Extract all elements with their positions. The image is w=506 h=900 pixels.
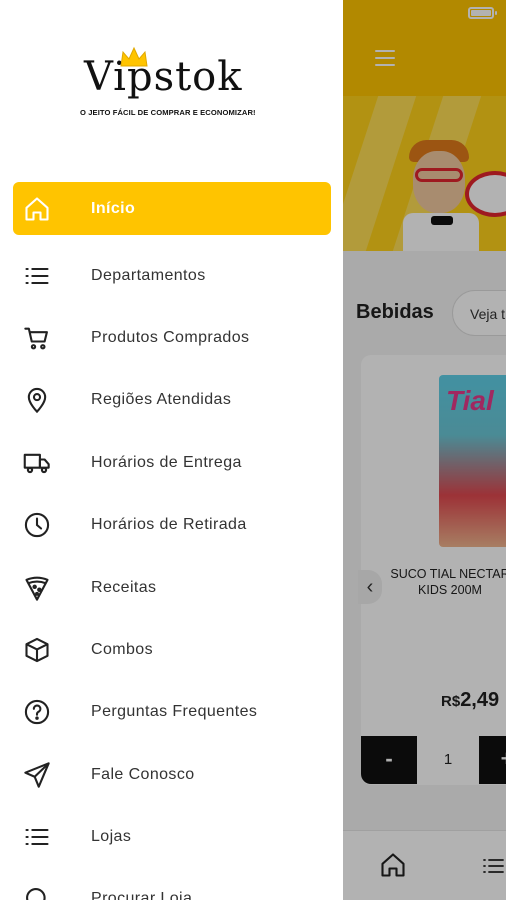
brand-tagline: O JEITO FÁCIL DE COMPRAR E ECONOMIZAR! xyxy=(80,108,256,117)
menu-item-label: Perguntas Frequentes xyxy=(91,703,258,721)
menu-item-label: Início xyxy=(91,199,136,217)
menu-item-horarios-retirada[interactable]: Horários de Retirada xyxy=(13,494,331,556)
search-icon xyxy=(23,885,51,900)
crown-icon xyxy=(120,46,148,67)
brand-name: Vipstok xyxy=(84,54,243,100)
location-pin-icon xyxy=(23,386,51,414)
menu-item-produtos-comprados[interactable]: Produtos Comprados xyxy=(13,307,331,369)
menu-item-label: Lojas xyxy=(91,828,132,846)
menu-item-receitas[interactable]: Receitas xyxy=(13,556,331,618)
list-icon xyxy=(23,823,51,851)
menu-item-inicio[interactable]: Início xyxy=(13,182,331,235)
menu-item-label: Horários de Retirada xyxy=(91,516,247,534)
menu-item-departamentos[interactable]: Departamentos xyxy=(13,244,331,306)
question-icon xyxy=(23,698,51,726)
menu-item-regioes-atendidas[interactable]: Regiões Atendidas xyxy=(13,369,331,431)
truck-icon xyxy=(23,449,51,477)
menu-item-perguntas-frequentes[interactable]: Perguntas Frequentes xyxy=(13,681,331,743)
menu-item-fale-conosco[interactable]: Fale Conosco xyxy=(13,744,331,806)
menu-item-label: Receitas xyxy=(91,578,157,596)
menu-item-label: Departamentos xyxy=(91,266,206,284)
drawer-menu: Início Departamentos Produtos Comprados … xyxy=(13,182,331,900)
menu-item-lojas[interactable]: Lojas xyxy=(13,806,331,868)
menu-item-combos[interactable]: Combos xyxy=(13,619,331,681)
menu-item-label: Regiões Atendidas xyxy=(91,391,232,409)
menu-item-label: Combos xyxy=(91,640,153,658)
menu-item-label: Horários de Entrega xyxy=(91,453,242,471)
pizza-icon xyxy=(23,574,51,602)
menu-item-horarios-entrega[interactable]: Horários de Entrega xyxy=(13,432,331,494)
send-icon xyxy=(23,761,51,789)
clock-icon xyxy=(23,511,51,539)
cart-icon xyxy=(23,324,51,352)
menu-item-label: Procurar Loja xyxy=(91,890,193,900)
menu-item-label: Produtos Comprados xyxy=(91,328,250,346)
box-icon xyxy=(23,636,51,664)
navigation-drawer: Vipstok O JEITO FÁCIL DE COMPRAR E ECONO… xyxy=(0,0,343,900)
home-icon xyxy=(23,195,51,223)
menu-item-procurar-loja[interactable]: Procurar Loja xyxy=(13,868,331,900)
brand-logo: Vipstok O JEITO FÁCIL DE COMPRAR E ECONO… xyxy=(80,46,267,118)
list-icon xyxy=(23,262,51,290)
menu-item-label: Fale Conosco xyxy=(91,765,195,783)
